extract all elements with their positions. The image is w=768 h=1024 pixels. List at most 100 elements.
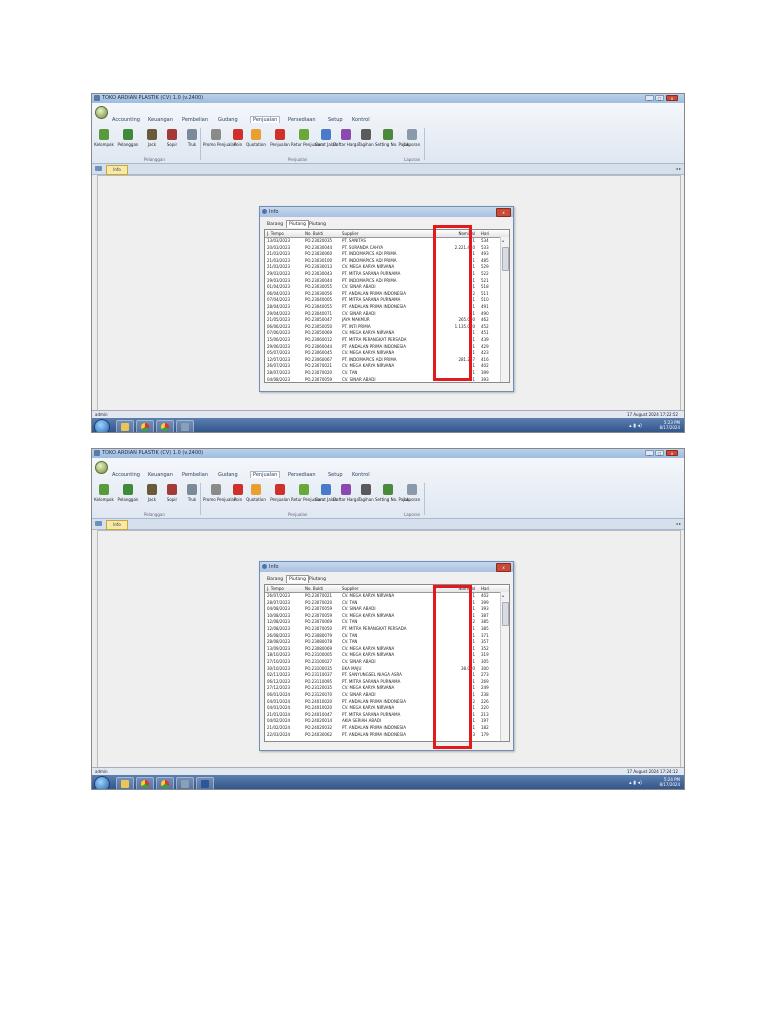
menu-gudang[interactable]: Gudang (218, 472, 238, 478)
start-button[interactable] (94, 419, 110, 432)
application-menu-button[interactable] (95, 461, 108, 474)
ribbon-pelanggan-button[interactable]: Pelanggan (118, 483, 138, 511)
col-supplier-cell: CV. TAN (342, 619, 358, 625)
ribbon-group-separator (424, 483, 425, 515)
home-icon[interactable] (95, 166, 102, 171)
dialog-tab-barang[interactable]: Barang (264, 220, 286, 229)
dialog-tab-piutang-2[interactable]: Piutang (306, 220, 329, 229)
ribbon-promo-penjualan-button[interactable]: Promo Penjualan (203, 128, 236, 156)
menu-accounting[interactable]: Accounting (112, 472, 140, 478)
maximize-button[interactable]: □ (655, 450, 664, 456)
col-tempo-cell: 28/07/2023 (267, 599, 291, 605)
col-no-bukti-header[interactable]: No. Bukti (305, 230, 339, 237)
ribbon-kelompok-button[interactable]: Kelompok (94, 128, 114, 156)
dialog-tab-barang[interactable]: Barang (264, 575, 286, 584)
ribbon-laporan-button[interactable]: Laporan (402, 128, 422, 156)
home-icon[interactable] (95, 521, 102, 526)
menu-accounting[interactable]: Accounting (112, 117, 140, 123)
tab-info[interactable]: Info (106, 165, 128, 175)
ribbon-promo-penjualan-button[interactable]: Promo Penjualan (203, 483, 236, 511)
menu-kontrol[interactable]: Kontrol (352, 472, 370, 478)
menu-keuangan[interactable]: Keuangan (148, 117, 173, 123)
menu-pembelian[interactable]: Pembelian (182, 472, 208, 478)
ribbon-retur-penjualan-button[interactable]: Retur Penjualan (291, 128, 323, 156)
minimize-button[interactable]: _ (645, 450, 654, 456)
menu-penjualan[interactable]: Penjualan (250, 116, 281, 123)
col-hari-cell: 462 (481, 317, 489, 323)
piutang-table: J. Tempo No. Bukti Supplier Nominal Hari 26/… (264, 584, 510, 742)
menu-pembelian[interactable]: Pembelian (182, 117, 208, 123)
ribbon-laporan-button[interactable]: Laporan (402, 483, 422, 511)
start-button[interactable] (94, 776, 110, 789)
ribbon-quotation-button[interactable]: Quotation (246, 483, 266, 511)
ribbon-retur-penjualan-button[interactable]: Retur Penjualan (291, 483, 323, 511)
ribbon-setting-no-pajak-button[interactable]: Setting No. Pajak (375, 128, 409, 156)
col-hari-cell: 533 (481, 244, 489, 250)
menu-penjualan[interactable]: Penjualan (250, 471, 281, 478)
menu-setup[interactable]: Setup (328, 117, 343, 123)
table-scrollbar[interactable]: ▴ (500, 237, 509, 382)
table-scrollbar[interactable]: ▴ (500, 592, 509, 741)
ribbon-tagihan-button[interactable]: Tagihan (356, 483, 376, 511)
col-tempo-cell: 28/04/2023 (267, 304, 291, 309)
ribbon-setting-no-pajak-button[interactable]: Setting No. Pajak (375, 483, 409, 511)
ribbon-penjualan-button[interactable]: Penjualan (270, 128, 290, 156)
col-supplier-header[interactable]: Supplier (342, 585, 442, 592)
tray-icons[interactable]: ▴ ▮ ◂) (629, 780, 642, 786)
close-button[interactable]: x (666, 450, 678, 456)
maximize-button[interactable]: □ (655, 95, 664, 101)
menu-keuangan[interactable]: Keuangan (148, 472, 173, 478)
col-no-bukti-cell: PO.23060012 (305, 337, 333, 342)
explorer-taskbar-icon[interactable] (116, 420, 134, 432)
col-supplier-header[interactable]: Supplier (342, 230, 442, 237)
chrome-taskbar-icon[interactable] (136, 420, 154, 432)
tab-info[interactable]: Info (106, 520, 128, 530)
minimize-button[interactable]: _ (645, 95, 654, 101)
dialog-close-button[interactable]: x (496, 563, 511, 572)
menu-persediaan[interactable]: Persediaan (288, 472, 316, 478)
app-taskbar-icon[interactable] (176, 777, 194, 789)
menu-persediaan[interactable]: Persediaan (288, 117, 316, 123)
col-no-bukti-cell: PO.24010020 (305, 698, 333, 704)
col-no-bukti-header[interactable]: No. Bukti (305, 585, 339, 592)
clock-date: 8/17/2024 (659, 782, 680, 787)
dialog-tab-piutang-2[interactable]: Piutang (306, 575, 329, 584)
ribbon-pelanggan-button[interactable]: Pelanggan (118, 128, 138, 156)
system-clock[interactable]: 5:23 PM 8/17/2024 (659, 420, 680, 430)
chrome-taskbar-icon-2[interactable] (156, 777, 174, 789)
system-clock[interactable]: 5:24 PM 8/17/2024 (659, 777, 680, 787)
col-tempo-header[interactable]: J. Tempo (267, 230, 303, 237)
col-hari-header[interactable]: Hari (481, 230, 493, 237)
chrome-taskbar-icon[interactable] (136, 777, 154, 789)
menu-gudang[interactable]: Gudang (218, 117, 238, 123)
ribbon-tagihan-button[interactable]: Tagihan (356, 128, 376, 156)
ribbon-truk-button[interactable]: Truk (182, 483, 202, 511)
menu-kontrol[interactable]: Kontrol (352, 117, 370, 123)
app-taskbar-icon[interactable] (176, 420, 194, 432)
word-taskbar-icon[interactable] (196, 777, 214, 789)
explorer-taskbar-icon[interactable] (116, 777, 134, 789)
col-hari-header[interactable]: Hari (481, 585, 493, 592)
col-tempo-header[interactable]: J. Tempo (267, 585, 303, 592)
dialog-title: Info (269, 564, 279, 570)
col-supplier-cell: JAYA MAKMUR (342, 317, 370, 323)
penjualan-icon (275, 484, 285, 495)
tray-icons[interactable]: ▴ ▮ ◂) (629, 423, 642, 429)
ribbon-penjualan-button[interactable]: Penjualan (270, 483, 290, 511)
ribbon-kelompok-button[interactable]: Kelompok (94, 483, 114, 511)
col-supplier-cell: PT. MITRA SARANA PURNAMA (342, 271, 401, 276)
chrome-taskbar-icon-2[interactable] (156, 420, 174, 432)
col-hari-cell: 352 (481, 645, 489, 651)
dialog-close-button[interactable]: x (496, 208, 511, 217)
col-supplier-cell: PT. SANYUNGSEL NIAGA ASRA (342, 672, 402, 678)
col-tempo-cell: 27/10/2023 (267, 659, 291, 664)
tab-scroll-icon[interactable]: ◂ ▸ (676, 166, 681, 171)
ribbon-truk-button[interactable]: Truk (182, 128, 202, 156)
col-supplier-cell: PT. INDOMAPICS ADI PRIMA (342, 277, 397, 283)
col-hari-cell: 273 (481, 672, 489, 678)
close-button[interactable]: x (666, 95, 678, 101)
ribbon-quotation-button[interactable]: Quotation (246, 128, 266, 156)
menu-setup[interactable]: Setup (328, 472, 343, 478)
application-menu-button[interactable] (95, 106, 108, 119)
tab-scroll-icon[interactable]: ◂ ▸ (676, 521, 681, 526)
